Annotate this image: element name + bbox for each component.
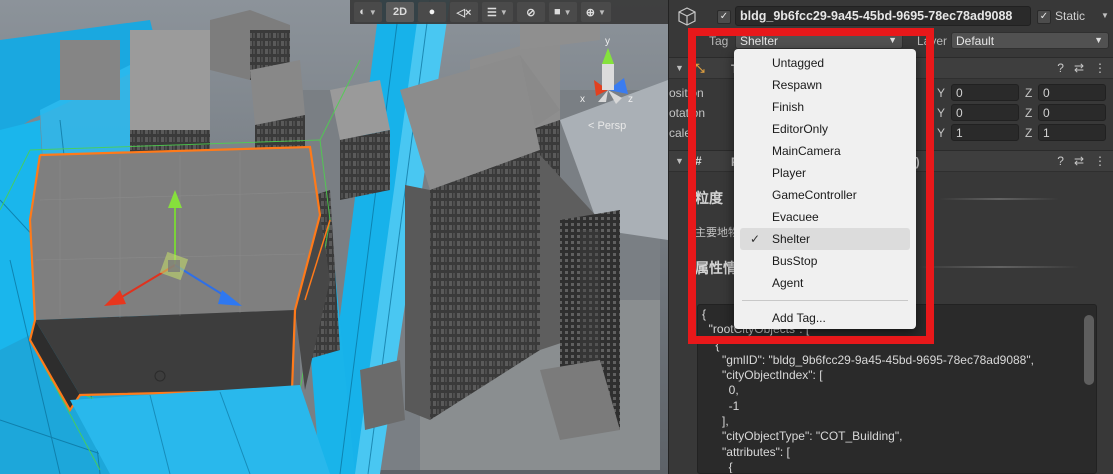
tag-select[interactable]: Shelter ▼: [735, 32, 903, 49]
kebab-menu-icon[interactable]: ⋮: [1094, 61, 1106, 75]
attributes-heading: 属性情: [695, 260, 737, 276]
help-icon[interactable]: ?: [1057, 61, 1064, 75]
tag-option-editoronly[interactable]: EditorOnly: [734, 118, 916, 140]
chevron-down-icon: ▼: [888, 35, 897, 45]
transform-icon: ⤡: [695, 61, 705, 75]
kebab-menu-icon[interactable]: ⋮: [1094, 154, 1106, 168]
rotation-y-field[interactable]: 0: [951, 104, 1019, 121]
scale-y-field[interactable]: 1: [951, 124, 1019, 141]
scale-z-field[interactable]: 1: [1038, 124, 1106, 141]
layer-select[interactable]: Default ▼: [951, 32, 1109, 49]
static-checkbox[interactable]: ✓: [1037, 10, 1051, 24]
chevron-down-icon: ▼: [563, 7, 572, 17]
camera-icon: ■: [554, 6, 561, 18]
globe-icon: ⊕: [585, 6, 596, 19]
preset-icon[interactable]: ⇄: [1074, 61, 1084, 75]
position-z-axis-label: Z: [1025, 86, 1033, 100]
menu-separator: [742, 300, 908, 301]
layer-select-value: Default: [956, 34, 995, 48]
scene-visibility-button[interactable]: ⊘: [516, 2, 545, 22]
position-z-field[interactable]: 0: [1038, 84, 1106, 101]
lightbulb-icon: ●: [428, 6, 436, 18]
help-icon[interactable]: ?: [1057, 154, 1064, 168]
rotation-y-axis-label: Y: [937, 106, 946, 120]
preset-icon[interactable]: ⇄: [1074, 154, 1084, 168]
section-divider: [939, 198, 1059, 200]
foldout-arrow-icon[interactable]: ▼: [675, 156, 684, 166]
gameobject-cube-icon: [678, 7, 696, 26]
speaker-muted-icon: ◁×: [456, 6, 472, 19]
layer-label: Layer: [917, 34, 948, 48]
toggle-2d-button[interactable]: 2D: [386, 2, 414, 22]
scale-z-axis-label: Z: [1025, 126, 1033, 140]
tag-option-respawn[interactable]: Respawn: [734, 74, 916, 96]
json-scrollbar-thumb[interactable]: [1084, 315, 1094, 385]
checkmark-icon: ✓: [750, 232, 761, 246]
eye-slash-icon: ⊘: [526, 6, 536, 19]
add-tag-menu-item[interactable]: Add Tag...: [734, 307, 916, 329]
orientation-gizmo[interactable]: y x z: [578, 36, 652, 132]
position-y-axis-label: Y: [937, 86, 946, 100]
axis-x-label: x: [580, 94, 585, 105]
stack-icon: ☰: [487, 6, 497, 19]
tag-option-untagged[interactable]: Untagged: [734, 52, 916, 74]
tag-select-value: Shelter: [740, 34, 779, 48]
chevron-down-icon: ▼: [368, 7, 377, 17]
tag-option-player[interactable]: Player: [734, 162, 916, 184]
axis-y-label: y: [605, 36, 610, 47]
tag-option-finish[interactable]: Finish: [734, 96, 916, 118]
camera-settings-button[interactable]: ■ ▼: [548, 2, 577, 22]
tag-option-agent[interactable]: Agent: [734, 272, 916, 294]
position-label: osition: [669, 86, 704, 100]
scene-view[interactable]: ◐ ▼ 2D ● ◁× ☰ ▼ ⊘ ■ ▼ ⊕ ▼ y x z < Persp: [0, 0, 668, 474]
attributes-json-text: { "rootCityObjects": [ { "gmlID": "bldg_…: [702, 307, 1034, 474]
rotation-z-field[interactable]: 0: [1038, 104, 1106, 121]
lighting-toggle-button[interactable]: ●: [418, 2, 446, 22]
tag-option-busstop[interactable]: BusStop: [734, 250, 916, 272]
foldout-arrow-icon[interactable]: ▼: [675, 63, 684, 73]
static-label: Static: [1055, 9, 1086, 23]
scene-toolbar: ◐ ▼ 2D ● ◁× ☰ ▼ ⊘ ■ ▼ ⊕ ▼: [350, 0, 668, 24]
tag-option-evacuee[interactable]: Evacuee: [734, 206, 916, 228]
scale-label: cale: [669, 126, 692, 140]
rotation-z-axis-label: Z: [1025, 106, 1033, 120]
chevron-down-icon: ▼: [499, 7, 508, 17]
unity-editor: ◐▼ 2D ● ◁× ☰▼ ⊘ ■▼ ⊕▼ y x z < Persp: [0, 0, 1113, 474]
granularity-heading: 粒度: [695, 190, 723, 206]
tag-dropdown-menu: Untagged Respawn Finish EditorOnly MainC…: [734, 49, 916, 329]
chevron-down-icon: ▼: [598, 7, 606, 17]
scale-y-axis-label: Y: [937, 126, 946, 140]
persp-label[interactable]: < Persp: [588, 120, 626, 132]
scene-render[interactable]: [0, 0, 668, 474]
tag-option-gamecontroller[interactable]: GameController: [734, 184, 916, 206]
main-feature-label: 主要地物: [695, 227, 739, 239]
script-icon: #: [695, 154, 702, 168]
rotation-label: otation: [669, 106, 706, 120]
gizmos-button[interactable]: ⊕ ▼: [580, 2, 611, 22]
section-divider: [919, 266, 1079, 268]
audio-toggle-button[interactable]: ◁×: [450, 2, 478, 22]
object-name-field[interactable]: bldg_9b6fcc29-9a45-45bd-9695-78ec78ad908…: [735, 6, 1031, 26]
active-checkbox[interactable]: ✓: [717, 10, 731, 24]
chevron-down-icon: ▼: [1094, 35, 1103, 45]
checkmark-icon: ✓: [1039, 11, 1049, 22]
circle-half-icon: ◐: [359, 6, 366, 18]
tag-option-maincamera[interactable]: MainCamera: [734, 140, 916, 162]
checkmark-icon: ✓: [719, 11, 729, 22]
draw-mode-button[interactable]: ◐ ▼: [354, 2, 382, 22]
attributes-json-textarea[interactable]: { "rootCityObjects": [ { "gmlID": "bldg_…: [697, 304, 1097, 474]
tag-option-shelter[interactable]: ✓ Shelter: [740, 228, 910, 250]
axis-z-label: z: [628, 94, 633, 105]
effects-button[interactable]: ☰ ▼: [482, 2, 513, 22]
position-y-field[interactable]: 0: [951, 84, 1019, 101]
static-dropdown-arrow-icon[interactable]: ▼: [1101, 11, 1109, 20]
tag-label: Tag: [709, 34, 729, 48]
